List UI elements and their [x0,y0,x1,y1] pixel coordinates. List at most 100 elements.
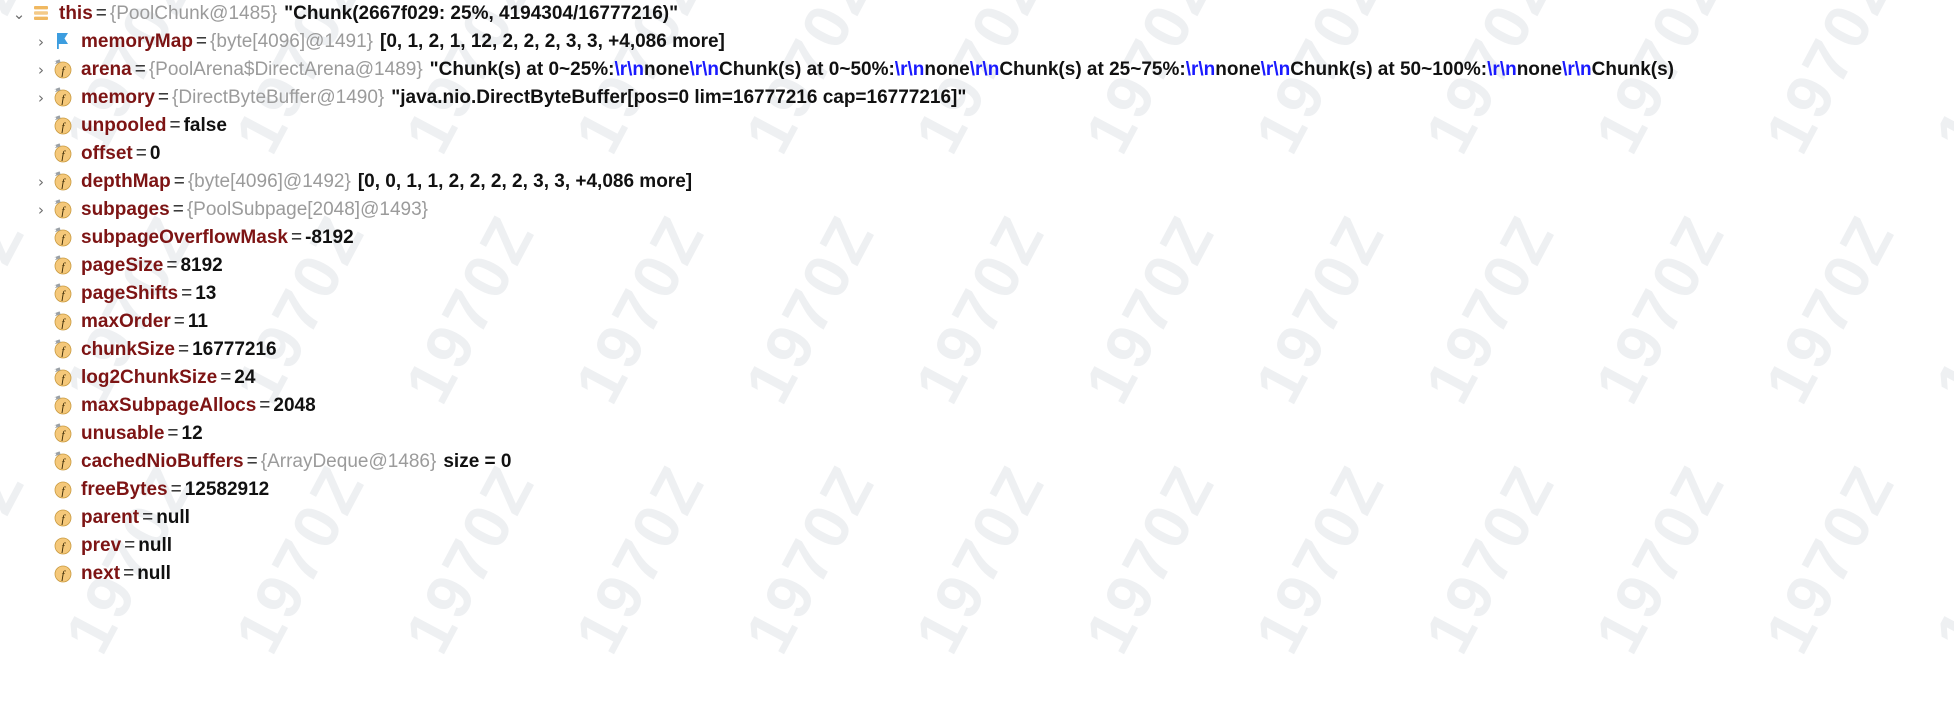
variable-name: memory [81,87,155,109]
tree-row-maxSubpageAllocs[interactable]: ›f maxSubpageAllocs=2048 [0,392,1954,420]
variable-value: Chunk(s) at 50~100%: [1290,59,1488,81]
tree-row-freeBytes[interactable]: ›f freeBytes=12582912 [0,476,1954,504]
tree-row-memoryMap[interactable]: › memoryMap = {byte[4096]@1491} [0, 1, 2, 1,… [0,28,1954,56]
object-node-icon [30,2,52,24]
variable-name: subpageOverflowMask [81,227,288,249]
field-icon: f [52,562,74,584]
equals-sign: = [142,507,154,529]
variable-value: 8192 [180,255,223,277]
expand-arrow-placeholder: › [30,448,52,476]
variable-value: 16777216 [192,339,277,361]
equals-sign: = [134,59,146,81]
expand-arrow-placeholder: › [30,252,52,280]
field-icon: f [52,534,74,556]
final-field-icon: f [52,254,74,276]
variable-value: [0, 0, 1, 1, 2, 2, 2, 2, 3, 3, +4,086 mo… [357,171,693,193]
variable-value: Chunk(s) at 0~50%: [719,59,895,81]
field-icon: f [52,506,74,528]
expand-arrow-placeholder: › [30,140,52,168]
variable-name: freeBytes [81,479,168,501]
expand-arrow-collapsed-icon[interactable]: › [30,28,52,56]
variable-name: next [81,563,121,585]
final-field-icon: f [52,226,74,248]
variable-value: none [644,59,690,81]
equals-sign: = [170,479,182,501]
variable-value: 12582912 [184,479,270,501]
equals-sign: = [167,423,179,445]
final-field-icon: f [52,142,74,164]
variable-type: {PoolSubpage[2048]@1493} [186,199,428,221]
variable-name: memoryMap [81,31,193,53]
tree-row-pageSize[interactable]: ›f pageSize=8192 [0,252,1954,280]
equals-sign: = [181,283,193,305]
variable-value: null [156,507,190,529]
variable-value: none [1516,59,1563,81]
variable-name: subpages [81,199,170,221]
expand-arrow-collapsed-icon[interactable]: › [30,168,52,196]
tree-row-cachedNioBuffers[interactable]: ›f cachedNioBuffers={ArrayDeque@1486} size… [0,448,1954,476]
variables-tree[interactable]: ⌄ this = {PoolChunk@1485} "Chunk(2667f029: 2… [0,0,1954,726]
equals-sign: = [124,535,136,557]
tree-row-arena[interactable]: › f arena = {PoolArena$DirectArena@1489} "Chu… [0,56,1954,84]
tree-row-log2ChunkSize[interactable]: ›f log2ChunkSize=24 [0,364,1954,392]
variable-value: Chunk(s) [1591,59,1674,81]
expand-arrow-placeholder: › [30,224,52,252]
final-field-icon: f [52,198,74,220]
variable-value: 12 [181,423,203,445]
variable-value: [0, 1, 2, 1, 12, 2, 2, 2, 3, 3, +4,086 m… [380,31,725,53]
variable-type: {PoolArena$DirectArena@1489} [148,59,423,81]
variable-name: cachedNioBuffers [81,451,244,473]
tree-row-prev[interactable]: ›fprev=null [0,532,1954,560]
variable-name: log2ChunkSize [81,367,218,389]
escape-sequence: \r\n [1562,59,1592,81]
final-field-icon: f [52,366,74,388]
equals-sign: = [173,171,185,193]
tree-row-next[interactable]: ›fnext=null [0,560,1954,588]
final-field-icon: f [52,422,74,444]
equals-sign: = [95,3,107,25]
variable-value: -8192 [305,227,354,249]
equals-sign: = [123,563,135,585]
tree-row-pageShifts[interactable]: ›f pageShifts=13 [0,280,1954,308]
tree-row-subpageOverflowMask[interactable]: ›f subpageOverflowMask=-8192 [0,224,1954,252]
expand-arrow-placeholder: › [30,308,52,336]
expand-arrow-placeholder: › [30,112,52,140]
variable-type: {byte[4096]@1492} [187,171,351,193]
variable-name: unusable [81,423,165,445]
tree-row-subpages[interactable]: › f subpages = {PoolSubpage[2048]@1493} [0,196,1954,224]
tree-row-unusable[interactable]: ›f unusable=12 [0,420,1954,448]
blue-flag-icon [52,30,74,52]
tree-row-depthMap[interactable]: › f depthMap = {byte[4096]@1492} [0, 0, 1, 1,… [0,168,1954,196]
expand-arrow-expanded-icon[interactable]: ⌄ [8,0,30,28]
equals-sign: = [195,31,208,53]
tree-row-chunkSize[interactable]: ›f chunkSize=16777216 [0,336,1954,364]
expand-arrow-placeholder: › [30,420,52,448]
tree-row-offset[interactable]: ›foffset=0 [0,140,1954,168]
equals-sign: = [135,143,147,165]
variable-value: 13 [195,283,217,305]
equals-sign: = [177,339,190,361]
variable-name: offset [81,143,133,165]
tree-row-maxOrder[interactable]: ›f maxOrder=11 [0,308,1954,336]
equals-sign: = [166,255,178,277]
equals-sign: = [290,227,303,249]
expand-arrow-collapsed-icon[interactable]: › [30,56,52,84]
equals-sign: = [173,311,185,333]
field-icon: f [52,478,74,500]
expand-arrow-placeholder: › [30,364,52,392]
variable-name: pageShifts [81,283,179,305]
variable-value: none [924,59,970,81]
variable-name: maxSubpageAllocs [81,395,257,417]
tree-row-this[interactable]: ⌄ this = {PoolChunk@1485} "Chunk(2667f029: 2… [0,0,1954,28]
expand-arrow-placeholder: › [30,504,52,532]
expand-arrow-collapsed-icon[interactable]: › [30,84,52,112]
expand-arrow-collapsed-icon[interactable]: › [30,196,52,224]
variable-value: "Chunk(s) at 0~25%: [429,59,615,81]
escape-sequence: \r\n [1185,59,1216,81]
variable-value: Chunk(s) at 25~75%: [999,59,1186,81]
expand-arrow-placeholder: › [30,392,52,420]
tree-row-parent[interactable]: ›fparent=null [0,504,1954,532]
tree-row-unpooled[interactable]: ›f unpooled=false [0,112,1954,140]
tree-row-memory[interactable]: › f memory = {DirectByteBuffer@1490} "java.ni… [0,84,1954,112]
variable-value: 2048 [273,395,316,417]
